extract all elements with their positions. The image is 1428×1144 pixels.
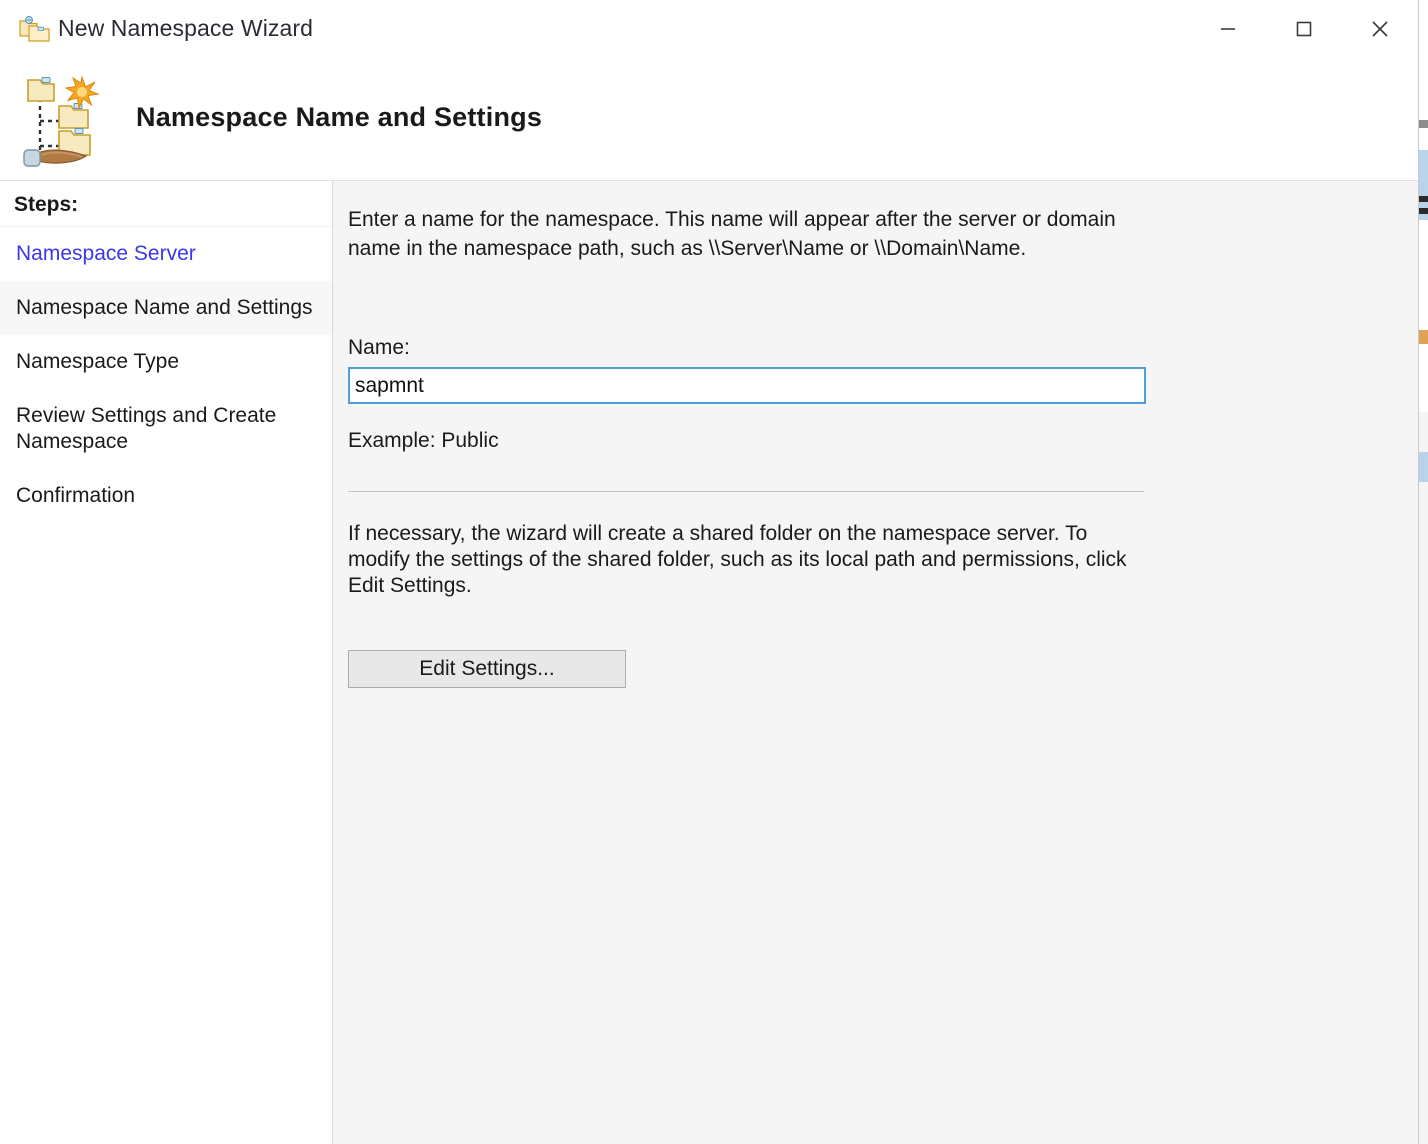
wizard-window: New Namespace Wizard Namespace Name and … bbox=[0, 0, 1419, 1144]
title-bar: New Namespace Wizard bbox=[0, 0, 1418, 58]
section-divider bbox=[348, 491, 1144, 492]
screen: New Namespace Wizard Namespace Name and … bbox=[0, 0, 1428, 1144]
page-title: Namespace Name and Settings bbox=[136, 102, 543, 132]
minimize-icon[interactable] bbox=[1190, 0, 1266, 58]
close-icon[interactable] bbox=[1342, 0, 1418, 58]
content-pane: Enter a name for the namespace. This nam… bbox=[334, 181, 1418, 1144]
intro-text: Enter a name for the namespace. This nam… bbox=[348, 208, 1116, 260]
sidebar-item-confirmation[interactable]: Confirmation bbox=[0, 469, 332, 523]
sidebar-item-label: Namespace Type bbox=[16, 350, 180, 373]
sidebar-item-label: Confirmation bbox=[16, 484, 136, 507]
namespace-tree-wizard-icon bbox=[14, 68, 108, 168]
window-controls bbox=[1190, 0, 1418, 58]
steps-heading: Steps: bbox=[0, 181, 332, 227]
name-label: Name: bbox=[348, 336, 410, 359]
wizard-header: Namespace Name and Settings bbox=[0, 58, 1418, 181]
steps-sidebar: Steps: Namespace Server Namespace Name a… bbox=[0, 181, 333, 1144]
sidebar-item-namespace-name-and-settings[interactable]: Namespace Name and Settings bbox=[0, 281, 332, 335]
wizard-body: Steps: Namespace Server Namespace Name a… bbox=[0, 181, 1418, 1144]
sidebar-item-label: Namespace Server bbox=[16, 242, 196, 265]
sidebar-item-namespace-server[interactable]: Namespace Server bbox=[0, 227, 332, 281]
namespace-folders-icon bbox=[18, 14, 52, 44]
shared-folder-description: If necessary, the wizard will create a s… bbox=[348, 522, 1127, 597]
maximize-icon[interactable] bbox=[1266, 0, 1342, 58]
window-title: New Namespace Wizard bbox=[58, 15, 314, 41]
sidebar-item-label: Review Settings and Create Namespace bbox=[16, 404, 277, 453]
example-text: Example: Public bbox=[348, 429, 499, 452]
sidebar-item-namespace-type[interactable]: Namespace Type bbox=[0, 335, 332, 389]
namespace-name-input[interactable] bbox=[348, 367, 1146, 404]
sidebar-item-review-settings[interactable]: Review Settings and Create Namespace bbox=[0, 389, 332, 469]
background-window-sliver bbox=[1418, 0, 1428, 1144]
edit-settings-button[interactable]: Edit Settings... bbox=[348, 650, 626, 688]
sidebar-item-label: Namespace Name and Settings bbox=[16, 296, 313, 319]
